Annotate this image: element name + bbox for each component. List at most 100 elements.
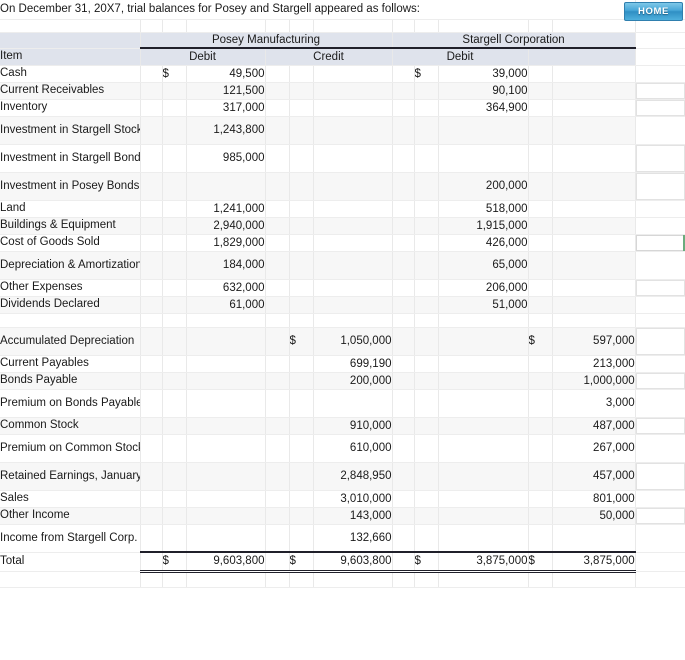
empty-cell[interactable] bbox=[265, 571, 290, 588]
empty-cell[interactable] bbox=[392, 279, 415, 297]
empty-cell[interactable] bbox=[635, 296, 685, 314]
empty-cell[interactable] bbox=[635, 355, 685, 373]
empty-cell[interactable] bbox=[635, 32, 685, 49]
empty-cell[interactable] bbox=[0, 313, 141, 328]
empty-cell[interactable] bbox=[392, 99, 415, 117]
empty-cell[interactable] bbox=[265, 279, 290, 297]
empty-cell[interactable] bbox=[438, 313, 529, 328]
empty-cell[interactable] bbox=[265, 313, 290, 328]
empty-cell[interactable] bbox=[392, 571, 415, 588]
empty-cell[interactable] bbox=[392, 490, 415, 508]
empty-cell[interactable] bbox=[635, 82, 685, 100]
empty-cell[interactable] bbox=[528, 19, 553, 33]
empty-cell[interactable] bbox=[392, 389, 415, 418]
empty-cell[interactable] bbox=[392, 434, 415, 463]
empty-cell[interactable] bbox=[140, 82, 163, 100]
empty-cell[interactable] bbox=[265, 372, 290, 390]
empty-cell[interactable] bbox=[392, 82, 415, 100]
empty-cell[interactable] bbox=[635, 65, 685, 83]
empty-cell[interactable] bbox=[140, 490, 163, 508]
empty-cell[interactable] bbox=[140, 327, 163, 356]
empty-cell[interactable] bbox=[635, 200, 685, 218]
empty-cell[interactable] bbox=[265, 524, 290, 553]
empty-cell[interactable] bbox=[0, 19, 141, 33]
empty-cell[interactable] bbox=[140, 389, 163, 418]
empty-cell[interactable] bbox=[140, 65, 163, 83]
empty-cell[interactable] bbox=[140, 234, 163, 252]
empty-cell[interactable] bbox=[392, 355, 415, 373]
empty-cell[interactable] bbox=[392, 327, 415, 356]
empty-cell[interactable] bbox=[635, 48, 685, 66]
empty-cell[interactable] bbox=[528, 571, 553, 588]
empty-cell[interactable] bbox=[265, 251, 290, 280]
empty-cell[interactable] bbox=[162, 313, 187, 328]
empty-cell[interactable] bbox=[552, 19, 636, 33]
empty-cell[interactable] bbox=[414, 313, 439, 328]
empty-cell[interactable] bbox=[635, 217, 685, 235]
empty-cell[interactable] bbox=[265, 327, 290, 356]
empty-cell[interactable] bbox=[528, 313, 553, 328]
empty-cell[interactable] bbox=[635, 144, 685, 173]
selected-cell[interactable] bbox=[635, 234, 685, 252]
spreadsheet-sheet[interactable]: On December 31, 20X7, trial balances for… bbox=[0, 0, 685, 660]
empty-cell[interactable] bbox=[289, 19, 314, 33]
empty-cell[interactable] bbox=[140, 296, 163, 314]
empty-cell[interactable] bbox=[635, 372, 685, 390]
empty-cell[interactable] bbox=[265, 234, 290, 252]
empty-cell[interactable] bbox=[265, 417, 290, 435]
empty-cell[interactable] bbox=[140, 99, 163, 117]
empty-cell[interactable] bbox=[392, 417, 415, 435]
empty-cell[interactable] bbox=[635, 251, 685, 280]
empty-cell[interactable] bbox=[140, 116, 163, 145]
empty-cell[interactable] bbox=[265, 144, 290, 173]
empty-cell[interactable] bbox=[265, 389, 290, 418]
empty-cell[interactable] bbox=[313, 19, 393, 33]
empty-cell[interactable] bbox=[265, 200, 290, 218]
empty-cell[interactable] bbox=[635, 434, 685, 463]
empty-cell[interactable] bbox=[265, 116, 290, 145]
home-button[interactable]: HOME bbox=[624, 2, 683, 21]
empty-cell[interactable] bbox=[635, 552, 685, 572]
empty-cell[interactable] bbox=[635, 279, 685, 297]
empty-cell[interactable] bbox=[140, 217, 163, 235]
empty-cell[interactable] bbox=[635, 99, 685, 117]
empty-cell[interactable] bbox=[265, 65, 290, 83]
empty-cell[interactable] bbox=[265, 217, 290, 235]
empty-cell[interactable] bbox=[140, 417, 163, 435]
empty-cell[interactable] bbox=[140, 19, 163, 33]
empty-cell[interactable] bbox=[635, 490, 685, 508]
empty-cell[interactable] bbox=[140, 355, 163, 373]
empty-cell[interactable] bbox=[392, 172, 415, 201]
empty-cell[interactable] bbox=[392, 251, 415, 280]
empty-cell[interactable] bbox=[140, 372, 163, 390]
empty-cell[interactable] bbox=[140, 172, 163, 201]
empty-cell[interactable] bbox=[140, 434, 163, 463]
empty-cell[interactable] bbox=[265, 19, 290, 33]
empty-cell[interactable] bbox=[186, 313, 266, 328]
empty-cell[interactable] bbox=[186, 19, 266, 33]
empty-cell[interactable] bbox=[392, 19, 415, 33]
empty-cell[interactable] bbox=[635, 313, 685, 328]
empty-cell[interactable] bbox=[635, 507, 685, 525]
empty-cell[interactable] bbox=[140, 524, 163, 553]
empty-cell[interactable] bbox=[392, 313, 415, 328]
empty-cell[interactable] bbox=[414, 571, 439, 588]
empty-cell[interactable] bbox=[265, 462, 290, 491]
empty-cell[interactable] bbox=[438, 571, 529, 588]
empty-cell[interactable] bbox=[265, 296, 290, 314]
empty-cell[interactable] bbox=[438, 19, 529, 33]
empty-cell[interactable] bbox=[140, 279, 163, 297]
empty-cell[interactable] bbox=[635, 327, 685, 356]
empty-cell[interactable] bbox=[140, 571, 163, 588]
empty-cell[interactable] bbox=[392, 116, 415, 145]
empty-cell[interactable] bbox=[0, 571, 141, 588]
empty-cell[interactable] bbox=[140, 462, 163, 491]
empty-cell[interactable] bbox=[186, 571, 266, 588]
empty-cell[interactable] bbox=[140, 507, 163, 525]
empty-cell[interactable] bbox=[265, 434, 290, 463]
empty-cell[interactable] bbox=[392, 200, 415, 218]
empty-cell[interactable] bbox=[414, 19, 439, 33]
empty-cell[interactable] bbox=[635, 172, 685, 201]
empty-cell[interactable] bbox=[313, 313, 393, 328]
empty-cell[interactable] bbox=[265, 551, 290, 573]
